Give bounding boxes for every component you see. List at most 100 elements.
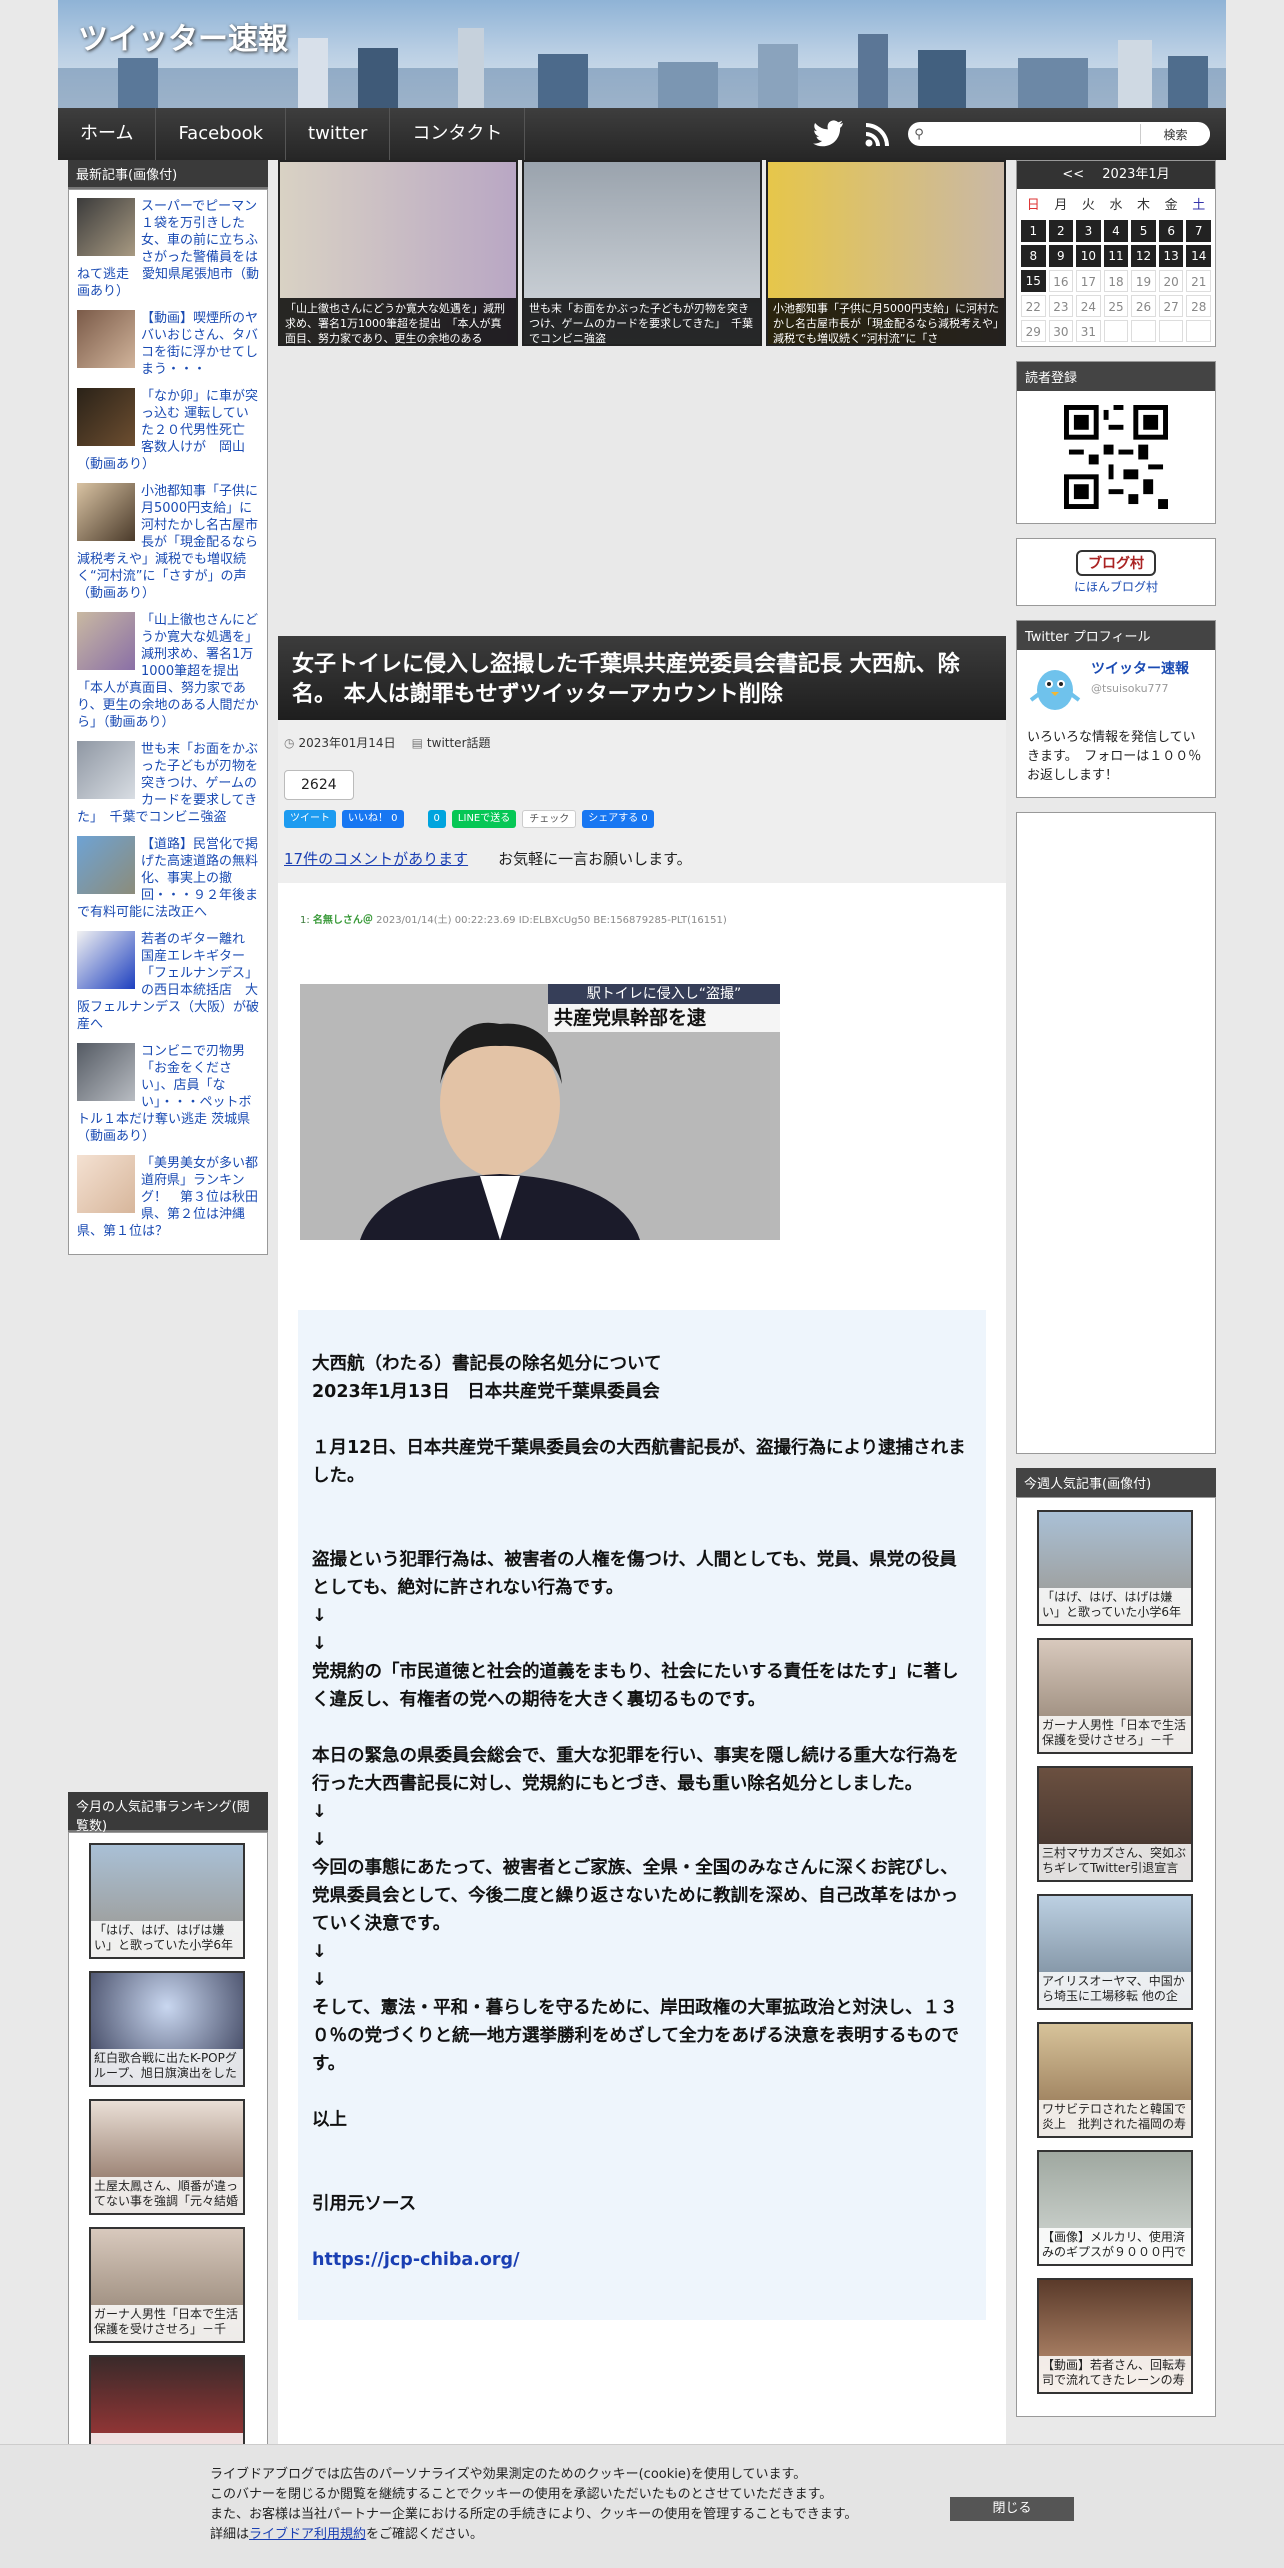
- ranking-caption[interactable]: 土屋太鳳さん、順番が違ってない事を強調「元々結婚: [91, 2177, 243, 2213]
- calendar-day-link[interactable]: 7: [1186, 220, 1211, 242]
- statement-paragraph: 党規約の「市民道徳と社会的道義をまもり、社会にたいする責任をはたす」に著しく違反…: [312, 1662, 959, 1710]
- line-button[interactable]: LINEで送る: [451, 810, 517, 828]
- nav-facebook[interactable]: Facebook: [156, 108, 287, 160]
- like-button[interactable]: いいね！ 0: [342, 810, 404, 828]
- recent-link[interactable]: 【動画】喫煙所のヤバいおじさん、タバコを街に浮かせてしまう・・・: [141, 311, 258, 377]
- calendar-prev[interactable]: <<: [1062, 167, 1084, 182]
- list-item[interactable]: コンビニで刃物男「お金をください」、店員「ない」・・・ペットボトル１本だけ奪い逃…: [77, 1043, 259, 1145]
- arrow-mark: ↓: [312, 1830, 327, 1850]
- thumbnail[interactable]: [77, 198, 135, 256]
- thumbnail[interactable]: [77, 1155, 135, 1213]
- calendar: << 2023年1月 日月火水木金土 1 2 3 4 5 6 7 8 9 10 11 12 13 14 15 1…: [1016, 160, 1216, 347]
- facebook-share-button[interactable]: シェアする 0: [582, 810, 654, 828]
- weekly-caption[interactable]: 三村マサカズさん、突如ぶちギレてTwitter引退宣言: [1039, 1844, 1191, 1880]
- twitter-avatar-icon[interactable]: [1027, 660, 1083, 716]
- thumbnail[interactable]: [77, 741, 135, 799]
- main-navbar: ホーム Facebook twitter コンタクト ⚲ 検索: [58, 108, 1226, 160]
- list-item[interactable]: 世も末「お面をかぶった子どもが刃物を突きつけ、ゲームのカードを要求してきた」 千…: [77, 741, 259, 826]
- carousel-card[interactable]: 「山上徹也さんにどうか寛大な処遇を」減刑求め、署名1万1000筆超を提出 「本人…: [278, 160, 518, 346]
- carousel-card[interactable]: 世も末「お面をかぶった子どもが刃物を突きつけ、ゲームのカードを要求してきた」 千…: [522, 160, 762, 346]
- weekly-card[interactable]: 三村マサカズさん、突如ぶちギレてTwitter引退宣言: [1037, 1766, 1193, 1882]
- post-info: 2023/01/14(土) 00:22:23.69 ID:ELBXcUg50 B…: [376, 915, 727, 926]
- weekly-card[interactable]: アイリスオーヤマ、中国から埼玉に工場移転 他の企: [1037, 1894, 1193, 2010]
- ranking-card[interactable]: 「はげ、はげ、はげは嫌い」と歌っていた小学6年: [89, 1843, 245, 1959]
- calendar-grid: 日月火水木金土 1 2 3 4 5 6 7 8 9 10 11 12 13 14 15 16 17 18 19 20 21…: [1017, 189, 1215, 346]
- weekly-card[interactable]: 【画像】メルカリ、使用済みのギプスが９０００円で: [1037, 2150, 1193, 2266]
- calendar-day-link[interactable]: 10: [1076, 245, 1101, 267]
- ranking-caption[interactable]: 「はげ、はげ、はげは嫌い」と歌っていた小学6年: [91, 1921, 243, 1957]
- calendar-day-link[interactable]: 4: [1103, 220, 1129, 242]
- rss-icon[interactable]: [860, 116, 896, 152]
- weekly-caption[interactable]: 【画像】メルカリ、使用済みのギプスが９０００円で: [1039, 2228, 1191, 2264]
- thumbnail[interactable]: [77, 836, 135, 894]
- list-item[interactable]: 「山上徹也さんにどうか寛大な処遇を」減刑求め、署名1万1000筆超を提出 「本人…: [77, 612, 259, 731]
- calendar-weekday: 日: [1021, 195, 1046, 217]
- calendar-day-link[interactable]: 8: [1021, 245, 1046, 267]
- thumbnail[interactable]: [77, 1043, 135, 1101]
- list-item[interactable]: 【動画】喫煙所のヤバいおじさん、タバコを街に浮かせてしまう・・・: [77, 310, 259, 378]
- article-category[interactable]: twitter話題: [427, 736, 491, 750]
- twitter-handle[interactable]: @tsuisoku777: [1091, 679, 1189, 698]
- calendar-day-link[interactable]: 3: [1076, 220, 1101, 242]
- thumbnail[interactable]: [77, 388, 135, 446]
- list-item[interactable]: 「美男美女が多い都道府県」ランキング！ 第３位は秋田県、第２位は沖縄県、第１位は…: [77, 1155, 259, 1240]
- weekly-caption[interactable]: 【動画】若者さん、回転寿司で流れてきたレーンの寿: [1039, 2356, 1191, 2392]
- list-item[interactable]: 【道路】民営化で掲げた高速道路の無料化、事実上の撤回・・・９２年後まで有料可能に…: [77, 836, 259, 921]
- carousel-caption[interactable]: 「山上徹也さんにどうか寛大な処遇を」減刑求め、署名1万1000筆超を提出 「本人…: [280, 298, 516, 344]
- weekly-card[interactable]: ワサビテロされたと韓国で炎上 批判された福岡の寿: [1037, 2022, 1193, 2138]
- calendar-day-link[interactable]: 15: [1021, 270, 1046, 292]
- social-icons: [810, 116, 896, 152]
- nav-home[interactable]: ホーム: [58, 108, 157, 160]
- carousel-caption[interactable]: 小池都知事「子供に月5000円支給」に河村たかし名古屋市長が「現金配るなら減税考…: [768, 298, 1004, 344]
- qr-code[interactable]: [1064, 405, 1168, 509]
- thumbnail[interactable]: [77, 310, 135, 368]
- blogmura-label[interactable]: にほんブログ村: [1074, 578, 1158, 595]
- calendar-day-link[interactable]: 12: [1131, 245, 1156, 267]
- calendar-day-link[interactable]: 6: [1158, 220, 1184, 242]
- calendar-day-link[interactable]: 11: [1103, 245, 1129, 267]
- ranking-caption[interactable]: ガーナ人男性「日本で生活保護を受けさせろ」－千: [91, 2305, 243, 2341]
- calendar-day-link[interactable]: 2: [1048, 220, 1074, 242]
- list-item[interactable]: 小池都知事「子供に月5000円支給」に河村たかし名古屋市長が「現金配るなら減税考…: [77, 483, 259, 602]
- terms-link[interactable]: ライブドア利用規約: [249, 2527, 366, 2542]
- search-input[interactable]: [930, 124, 1140, 144]
- site-header: ツイッター速報: [58, 0, 1226, 108]
- weekly-caption[interactable]: 「はげ、はげ、はげは嫌い」と歌っていた小学6年: [1039, 1588, 1191, 1624]
- calendar-day-link[interactable]: 13: [1158, 245, 1184, 267]
- list-item[interactable]: 「なか卯」に車が突っ込む 運転していた２０代男性死亡 客数人けが 岡山（動画あり…: [77, 388, 259, 473]
- hatena-bookmark-button[interactable]: 0: [427, 810, 446, 828]
- twitter-bird-icon[interactable]: [810, 116, 846, 152]
- list-item[interactable]: スーパーでピーマン１袋を万引きした女、車の前に立ちふさがった警備員をはねて逃走 …: [77, 198, 259, 300]
- ranking-card[interactable]: ガーナ人男性「日本で生活保護を受けさせろ」－千: [89, 2227, 245, 2343]
- check-button[interactable]: チェック: [522, 810, 577, 828]
- tweet-button[interactable]: ツイート: [284, 810, 336, 828]
- weekly-caption[interactable]: ワサビテロされたと韓国で炎上 批判された福岡の寿: [1039, 2100, 1191, 2136]
- calendar-day-link[interactable]: 14: [1186, 245, 1211, 267]
- list-item[interactable]: 若者のギター離れ 国産エレキギター「フェルナンデス」の西日本統括店 大阪フェルナ…: [77, 931, 259, 1033]
- comments-link[interactable]: 17件のコメントがあります: [284, 848, 468, 869]
- weekly-card[interactable]: 【動画】若者さん、回転寿司で流れてきたレーンの寿: [1037, 2278, 1193, 2394]
- calendar-day-link[interactable]: 1: [1021, 220, 1046, 242]
- thumbnail[interactable]: [77, 931, 135, 989]
- carousel-card[interactable]: 小池都知事「子供に月5000円支給」に河村たかし名古屋市長が「現金配るなら減税考…: [766, 160, 1006, 346]
- calendar-day-link[interactable]: 5: [1131, 220, 1156, 242]
- thumbnail[interactable]: [77, 483, 135, 541]
- nav-twitter[interactable]: twitter: [286, 108, 391, 160]
- ranking-card[interactable]: 土屋太鳳さん、順番が違ってない事を強調「元々結婚: [89, 2099, 245, 2215]
- blogmura-banner[interactable]: ブログ村 にほんブログ村: [1017, 539, 1215, 605]
- weekly-card[interactable]: 「はげ、はげ、はげは嫌い」と歌っていた小学6年: [1037, 1510, 1193, 1626]
- weekly-card[interactable]: ガーナ人男性「日本で生活保護を受けさせろ」－千: [1037, 1638, 1193, 1754]
- ranking-caption[interactable]: 紅白歌合戦に出たK-POPグループ、旭日旗演出をした: [91, 2049, 243, 2085]
- weekly-caption[interactable]: アイリスオーヤマ、中国から埼玉に工場移転 他の企: [1039, 1972, 1191, 2008]
- ranking-card[interactable]: 紅白歌合戦に出たK-POPグループ、旭日旗演出をした: [89, 1971, 245, 2087]
- weekly-caption[interactable]: ガーナ人男性「日本で生活保護を受けさせろ」－千: [1039, 1716, 1191, 1752]
- cookie-close-button[interactable]: 閉じる: [950, 2497, 1074, 2521]
- twitter-name[interactable]: ツイッター速報: [1091, 660, 1189, 679]
- nav-contact[interactable]: コンタクト: [390, 108, 526, 160]
- search-button[interactable]: 検索: [1140, 124, 1210, 144]
- thumbnail[interactable]: [77, 612, 135, 670]
- source-link[interactable]: https://jcp-chiba.org/: [312, 2250, 519, 2270]
- site-title[interactable]: ツイッター速報: [78, 14, 288, 58]
- carousel-caption[interactable]: 世も末「お面をかぶった子どもが刃物を突きつけ、ゲームのカードを要求してきた」 千…: [524, 298, 760, 344]
- calendar-day-link[interactable]: 9: [1048, 245, 1074, 267]
